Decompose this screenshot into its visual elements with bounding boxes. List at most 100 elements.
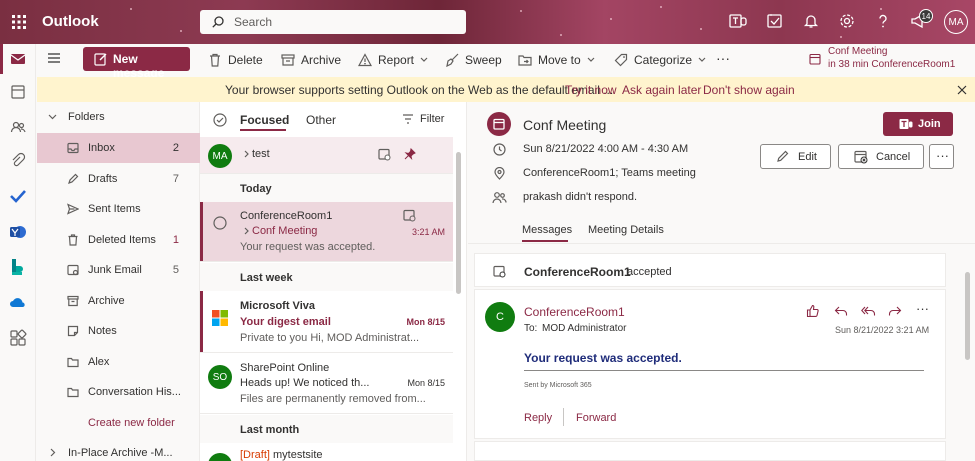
tab-messages-underline xyxy=(522,240,568,242)
reading-pane-scrollbar[interactable] xyxy=(965,272,970,360)
categorize-button[interactable]: Categorize xyxy=(614,51,706,69)
message-preview: Files are permanently removed from... xyxy=(240,393,426,405)
event-attendees-status: prakash didn't respond. xyxy=(523,191,638,203)
like-icon[interactable] xyxy=(806,304,820,318)
folder-notes[interactable]: Notes xyxy=(37,316,200,346)
message-date: Mon 8/15 xyxy=(407,378,445,388)
create-new-folder-link[interactable]: Create new folder xyxy=(37,408,200,438)
settings-button[interactable] xyxy=(838,12,858,32)
forward-button[interactable]: Forward xyxy=(576,412,616,424)
new-message-button[interactable]: New message xyxy=(83,47,190,80)
summary-status: accepted xyxy=(627,266,672,278)
forward-icon[interactable] xyxy=(888,304,902,318)
message-row-selected[interactable]: ConferenceRoom1 Conf Meeting Your reques… xyxy=(200,202,453,262)
rail-calendar-button[interactable] xyxy=(8,82,28,102)
response-summary-card[interactable]: ConferenceRoom1 accepted xyxy=(474,253,946,287)
folder-conversation-history[interactable]: Conversation His... xyxy=(37,377,200,407)
event-more-options-button[interactable]: ··· xyxy=(929,144,954,169)
collapse-nav-button[interactable] xyxy=(47,52,61,64)
folders-header[interactable]: Folders xyxy=(37,102,200,132)
select-checkbox-icon[interactable] xyxy=(213,216,227,230)
select-all-icon[interactable] xyxy=(213,113,227,127)
message-row[interactable]: SO SharePoint Online Heads up! We notice… xyxy=(200,353,453,414)
folder-archive[interactable]: Archive xyxy=(37,286,200,316)
account-avatar[interactable]: MA xyxy=(944,10,968,34)
message-list-scrollbar[interactable] xyxy=(456,152,461,294)
create-new-folder-label: Create new folder xyxy=(88,417,175,429)
default-email-banner: Your browser supports setting Outlook on… xyxy=(37,77,975,102)
delete-button[interactable]: Delete xyxy=(208,51,263,69)
sweep-button[interactable]: Sweep xyxy=(445,51,502,69)
cancel-meeting-button[interactable]: Cancel xyxy=(838,144,924,169)
folder-junk-email[interactable]: Junk Email 5 xyxy=(37,255,200,285)
sweep-label: Sweep xyxy=(465,53,502,67)
notifications-button[interactable] xyxy=(802,12,822,32)
gear-icon xyxy=(840,14,854,28)
teams-app-button[interactable] xyxy=(729,12,749,32)
my-day-button[interactable] xyxy=(766,12,786,32)
section-label: Last week xyxy=(240,272,293,284)
cloud-icon xyxy=(10,298,25,307)
tab-other[interactable]: Other xyxy=(306,113,336,127)
message-more-button[interactable]: ··· xyxy=(916,301,929,316)
dont-show-again-link[interactable]: Don't show again xyxy=(703,83,795,97)
rail-bookings-button[interactable] xyxy=(8,257,28,277)
archive-button[interactable]: Archive xyxy=(281,51,341,69)
pinned-message-row[interactable]: MA test xyxy=(200,137,453,174)
avatar xyxy=(208,453,232,461)
rail-more-apps-button[interactable] xyxy=(8,328,28,348)
warning-icon xyxy=(358,53,372,67)
rail-yammer-button[interactable] xyxy=(8,222,28,242)
report-button[interactable]: Report xyxy=(358,51,428,69)
message-row[interactable]: [Draft] mytestsite xyxy=(200,443,453,461)
search-box[interactable]: Search xyxy=(200,10,466,34)
join-meeting-button[interactable]: Join xyxy=(883,112,953,136)
message-sender[interactable]: ConferenceRoom1 xyxy=(524,305,625,319)
more-dots: ··· xyxy=(936,148,949,163)
tab-messages[interactable]: Messages xyxy=(522,224,572,236)
folder-label: Drafts xyxy=(88,173,118,185)
folder-count: 2 xyxy=(172,142,179,154)
message-subject: mytestsite xyxy=(273,449,323,461)
folder-inbox[interactable]: Inbox 2 xyxy=(37,133,200,163)
folder-deleted-items[interactable]: Deleted Items 1 xyxy=(37,225,200,255)
rail-people-button[interactable] xyxy=(8,117,28,137)
filter-label: Filter xyxy=(420,113,445,125)
app-launcher-button[interactable] xyxy=(0,0,37,44)
pin-icon[interactable] xyxy=(404,148,416,160)
folder-sent-items[interactable]: Sent Items xyxy=(37,194,200,224)
tab-focused[interactable]: Focused xyxy=(240,113,289,127)
message-subject: Heads up! We noticed th... xyxy=(240,377,370,389)
in-place-archive-group[interactable]: In-Place Archive -M... xyxy=(37,438,200,461)
avatar: SO xyxy=(208,365,232,389)
close-icon[interactable] xyxy=(957,85,967,95)
tab-meeting-details[interactable]: Meeting Details xyxy=(588,224,664,236)
pencil-icon xyxy=(777,150,789,162)
categorize-label: Categorize xyxy=(634,53,693,67)
reply-icon[interactable] xyxy=(834,304,848,318)
folder-alex[interactable]: Alex xyxy=(37,347,200,377)
compose-icon xyxy=(94,53,107,66)
more-commands-button[interactable]: ··· xyxy=(716,49,730,67)
try-it-now-link[interactable]: Try it now xyxy=(565,83,617,97)
folder-drafts[interactable]: Drafts 7 xyxy=(37,164,200,194)
rail-onedrive-button[interactable] xyxy=(8,292,28,312)
event-title: Conf Meeting xyxy=(523,117,607,133)
rail-files-button[interactable] xyxy=(8,151,28,171)
filter-button[interactable]: Filter xyxy=(402,113,444,125)
body-divider xyxy=(524,370,924,371)
rail-todo-button[interactable] xyxy=(8,186,28,206)
rail-mail-button[interactable] xyxy=(8,49,28,69)
message-row[interactable]: Microsoft Viva Your digest email Private… xyxy=(200,291,453,353)
folder-count: 1 xyxy=(172,234,179,246)
edit-button[interactable]: Edit xyxy=(760,144,831,169)
reply-all-icon[interactable] xyxy=(861,304,876,318)
move-to-button[interactable]: Move to xyxy=(518,51,595,69)
upcoming-meeting-when: in 38 min ConferenceRoom1 xyxy=(828,59,956,70)
filter-icon xyxy=(403,114,413,124)
ask-again-later-link[interactable]: Ask again later xyxy=(622,83,701,97)
join-label: Join xyxy=(918,118,941,130)
reply-button[interactable]: Reply xyxy=(524,412,552,424)
help-button[interactable] xyxy=(874,12,894,32)
summary-sender: ConferenceRoom1 xyxy=(524,265,631,279)
